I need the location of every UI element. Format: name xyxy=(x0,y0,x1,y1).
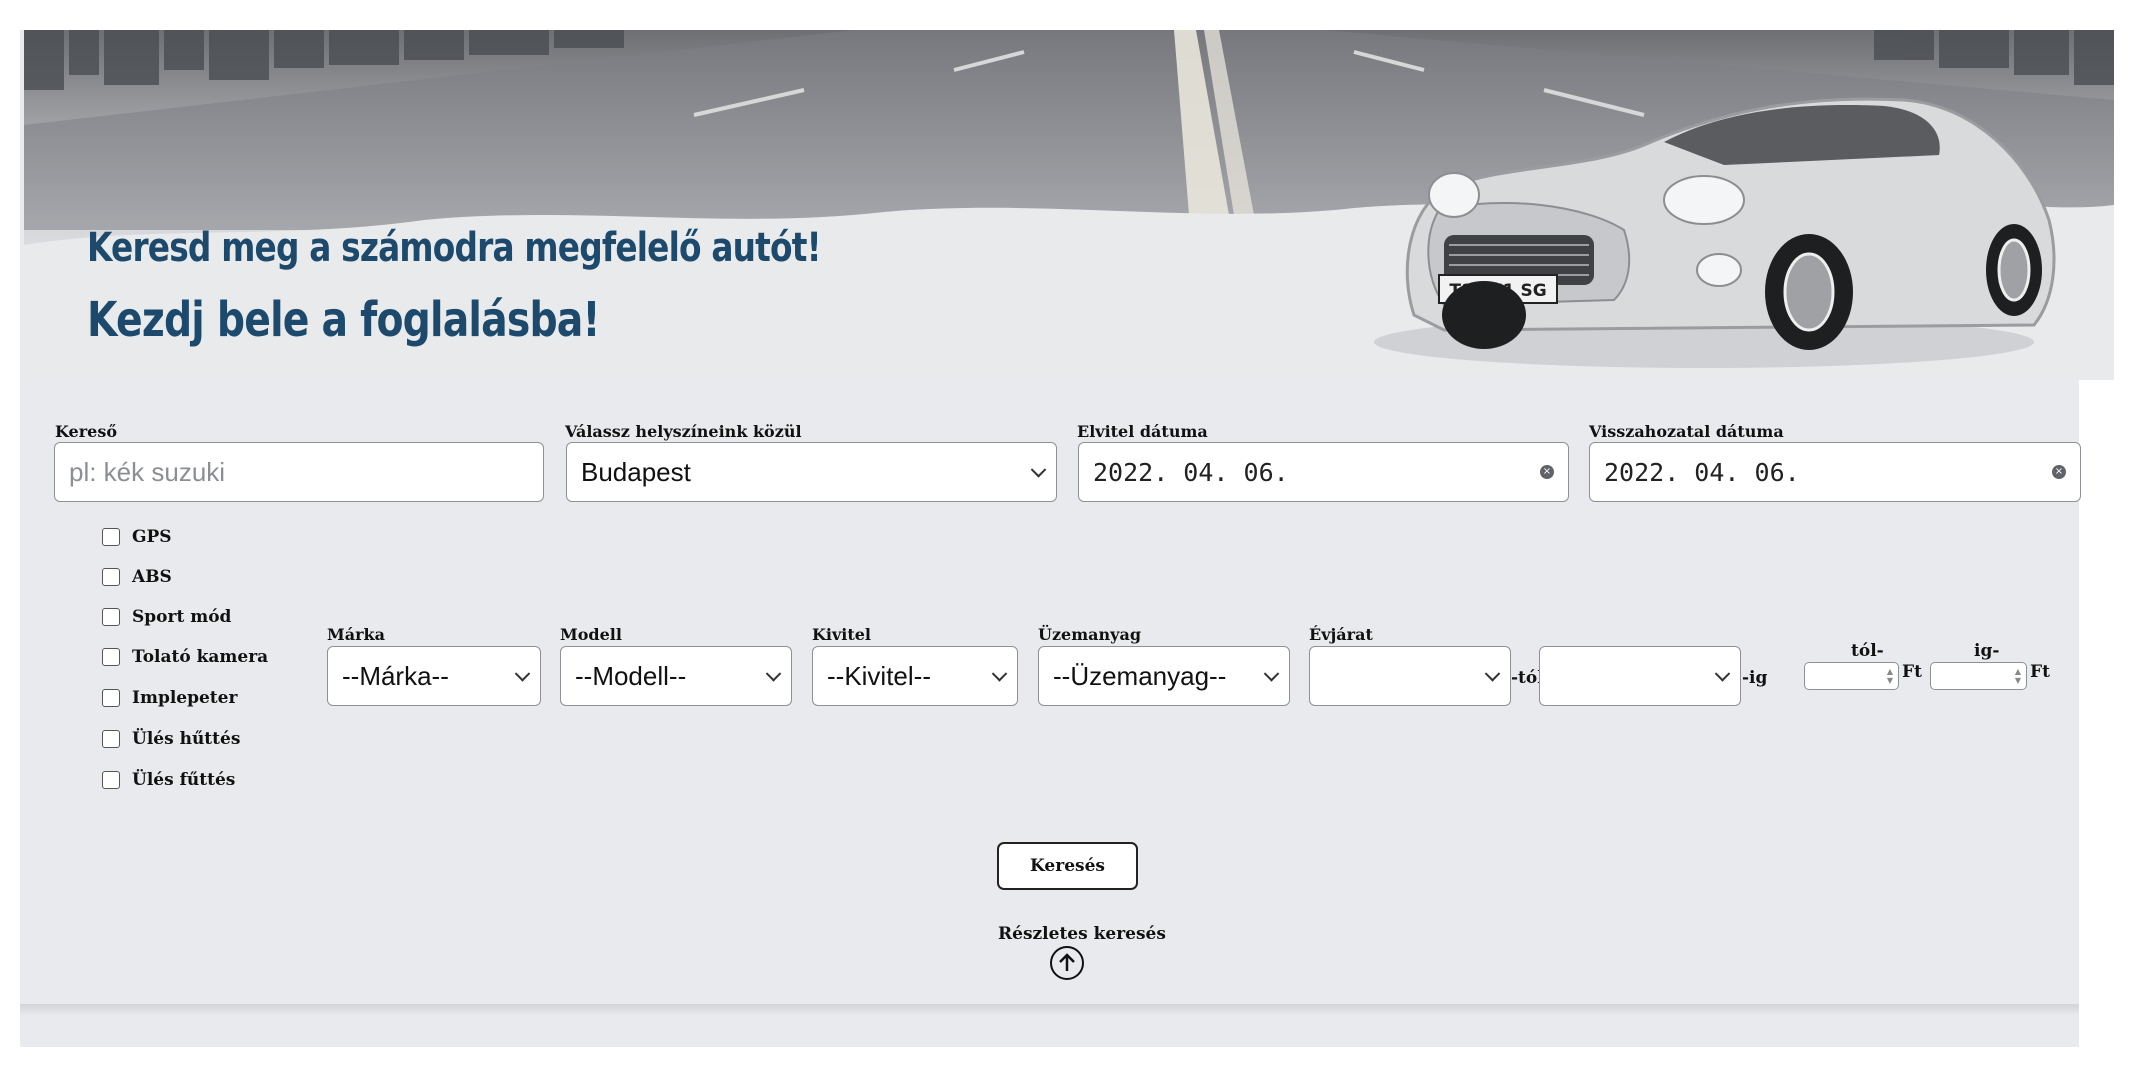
price-to-currency: Ft xyxy=(2030,662,2050,682)
search-label: Kereső xyxy=(55,422,118,441)
feature-checkbox-seat-heating[interactable]: Ülés fűttés xyxy=(102,770,235,790)
feature-label: Ülés fűttés xyxy=(132,770,236,790)
brand-value: --Márka-- xyxy=(342,660,449,691)
feature-checkbox-gps[interactable]: GPS xyxy=(102,527,172,547)
brand-select[interactable]: --Márka-- xyxy=(327,646,541,706)
year-to-select[interactable] xyxy=(1539,646,1741,706)
page: TS 371 SG Keresd meg a számodra megfelel… xyxy=(0,0,2138,1074)
chevron-down-icon xyxy=(514,666,531,682)
feature-label: GPS xyxy=(132,527,172,547)
hero-banner: TS 371 SG Keresd meg a számodra megfelel… xyxy=(24,30,2114,380)
fuel-select[interactable]: --Üzemanyag-- xyxy=(1038,646,1290,706)
feature-label: Sport mód xyxy=(132,607,232,627)
feature-label: Tolató kamera xyxy=(132,647,269,667)
checkbox[interactable] xyxy=(102,608,120,626)
feature-label: ABS xyxy=(132,567,172,587)
clear-date-icon[interactable]: × xyxy=(2052,465,2066,479)
search-input[interactable]: pl: kék suzuki xyxy=(54,442,544,502)
chevron-down-icon xyxy=(1714,666,1731,682)
feature-label: Ülés hűttés xyxy=(132,729,241,749)
model-value: --Modell-- xyxy=(575,660,687,691)
detailed-search-link[interactable]: Részletes keresés xyxy=(998,924,1166,944)
checkbox[interactable] xyxy=(102,648,120,666)
body-type-value: --Kivitel-- xyxy=(827,660,931,691)
chevron-down-icon xyxy=(765,666,782,682)
model-label: Modell xyxy=(560,625,622,644)
feature-checkbox-abs[interactable]: ABS xyxy=(102,567,172,587)
return-date-label: Visszahozatal dátuma xyxy=(1589,422,1784,441)
year-to-suffix: -ig xyxy=(1742,668,1768,688)
pickup-date-label: Elvitel dátuma xyxy=(1077,422,1208,441)
return-date-value: 2022. 04. 06. xyxy=(1604,457,1800,487)
pickup-date-value: 2022. 04. 06. xyxy=(1093,457,1289,487)
hero-heading-secondary: Kezdj bele a foglalásba! xyxy=(87,292,600,348)
arrow-up-glyph xyxy=(1059,953,1075,971)
chevron-down-icon xyxy=(1263,666,1280,682)
price-to-input[interactable]: ▲ ▼ xyxy=(1930,662,2027,690)
spinner-icon[interactable]: ▲ ▼ xyxy=(2014,667,2022,685)
search-button[interactable]: Keresés xyxy=(997,842,1138,890)
location-label: Válassz helyszíneink közül xyxy=(565,422,802,441)
return-date-input[interactable]: 2022. 04. 06. × xyxy=(1589,442,2081,502)
price-from-input[interactable]: ▲ ▼ xyxy=(1804,662,1899,690)
feature-label: Implepeter xyxy=(132,688,238,708)
chevron-down-icon xyxy=(1484,666,1501,682)
panel-bottom-shadow xyxy=(20,1004,2079,1016)
arrow-up-icon[interactable] xyxy=(1050,946,1084,980)
price-to-label: ig- xyxy=(1974,641,2000,661)
checkbox[interactable] xyxy=(102,730,120,748)
body-type-select[interactable]: --Kivitel-- xyxy=(812,646,1018,706)
feature-checkbox-implepeter[interactable]: Implepeter xyxy=(102,688,237,708)
brand-label: Márka xyxy=(327,625,385,644)
chevron-down-icon xyxy=(991,666,1008,682)
checkbox[interactable] xyxy=(102,689,120,707)
checkbox[interactable] xyxy=(102,771,120,789)
feature-checkbox-sport-mode[interactable]: Sport mód xyxy=(102,607,231,627)
year-from-select[interactable] xyxy=(1309,646,1511,706)
model-select[interactable]: --Modell-- xyxy=(560,646,792,706)
fuel-value: --Üzemanyag-- xyxy=(1053,660,1227,691)
year-label: Évjárat xyxy=(1309,625,1373,644)
fuel-label: Üzemanyag xyxy=(1038,625,1141,644)
body-type-label: Kivitel xyxy=(812,625,872,644)
feature-checkbox-reverse-camera[interactable]: Tolató kamera xyxy=(102,647,268,667)
spinner-icon[interactable]: ▲ ▼ xyxy=(1886,667,1894,685)
checkbox[interactable] xyxy=(102,568,120,586)
checkbox[interactable] xyxy=(102,528,120,546)
location-select[interactable]: Budapest xyxy=(566,442,1057,502)
location-value: Budapest xyxy=(581,456,691,487)
price-from-currency: Ft xyxy=(1902,662,1922,682)
clear-date-icon[interactable]: × xyxy=(1540,465,1554,479)
pickup-date-input[interactable]: 2022. 04. 06. × xyxy=(1078,442,1569,502)
price-from-label: tól- xyxy=(1851,641,1884,661)
chevron-down-icon xyxy=(1030,462,1047,478)
hero-heading-primary: Keresd meg a számodra megfelelő autót! xyxy=(87,225,822,271)
feature-checkbox-seat-cooling[interactable]: Ülés hűttés xyxy=(102,729,240,749)
search-placeholder: pl: kék suzuki xyxy=(69,456,226,487)
